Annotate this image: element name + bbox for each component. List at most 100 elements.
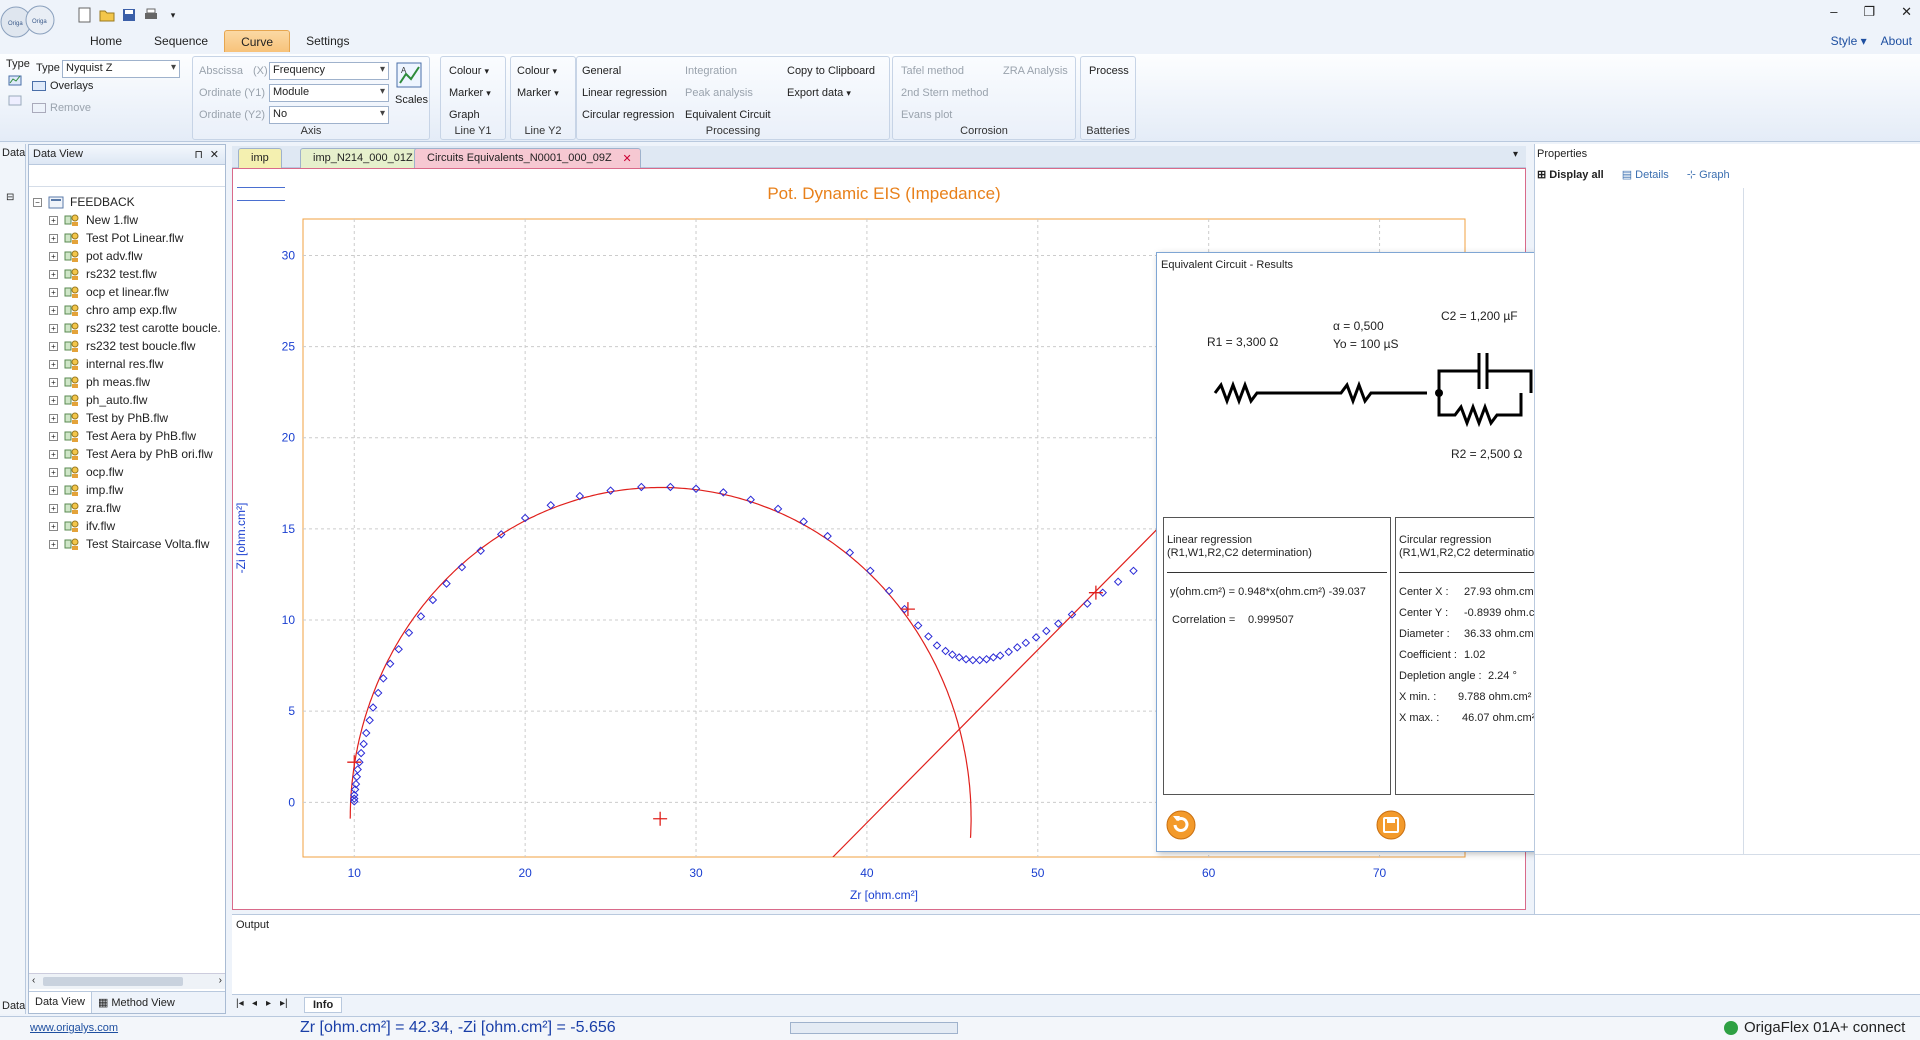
expand-icon[interactable]: + <box>49 395 58 405</box>
tab-method-view[interactable]: ▦ Method View <box>92 992 181 1013</box>
expand-icon[interactable]: + <box>49 521 58 531</box>
circular-regression-button[interactable]: Circular regression <box>582 109 674 121</box>
doc-tab-circuits-equivalents[interactable]: Circuits Equivalents_N0001_000_09Z ✕ <box>414 148 641 168</box>
tab-home[interactable]: Home <box>74 30 138 52</box>
scrollbar-thumb[interactable] <box>43 977 183 986</box>
prev-page-icon[interactable]: ◂ <box>252 998 257 1009</box>
about-menu[interactable]: About <box>1881 34 1912 48</box>
tafel-method-button[interactable]: Tafel method <box>901 65 964 77</box>
print-icon[interactable] <box>142 6 160 24</box>
expand-icon[interactable]: + <box>49 359 58 369</box>
overlays-small-icon[interactable] <box>8 74 22 89</box>
line-y1-graph-button[interactable]: Graph <box>449 109 480 121</box>
expand-icon[interactable]: + <box>49 431 58 441</box>
restore-button[interactable]: ❐ <box>1863 4 1875 20</box>
overlays-button[interactable]: Overlays <box>32 80 93 92</box>
expand-icon[interactable]: + <box>49 305 58 315</box>
ordinate-y2-select[interactable]: No <box>269 106 389 124</box>
style-menu[interactable]: Style ▾ <box>1831 34 1867 48</box>
tree-file-item[interactable]: + Test Pot Linear.flw <box>33 229 223 247</box>
info-tab[interactable]: Info <box>304 997 343 1013</box>
tree-file-item[interactable]: + rs232 test carotte boucle. <box>33 319 223 337</box>
tree-file-item[interactable]: + rs232 test boucle.flw <box>33 337 223 355</box>
customize-qat-icon[interactable]: ▾ <box>164 6 182 24</box>
tree-file-item[interactable]: + ocp et linear.flw <box>33 283 223 301</box>
tree-file-item[interactable]: + ifv.flw <box>33 517 223 535</box>
tree-file-item[interactable]: + New 1.flw <box>33 211 223 229</box>
reset-button[interactable] <box>1165 809 1197 844</box>
left-strip-tab[interactable]: Data <box>2 1000 25 1012</box>
doc-tab-imp[interactable]: imp <box>238 148 282 168</box>
tree-file-item[interactable]: + Test Staircase Volta.flw <box>33 535 223 553</box>
line-y2-colour-button[interactable]: Colour ▾ <box>517 65 557 77</box>
linear-regression-button[interactable]: Linear regression <box>582 87 667 99</box>
tree-file-item[interactable]: + zra.flw <box>33 499 223 517</box>
tree-file-item[interactable]: + Test Aera by PhB ori.flw <box>33 445 223 463</box>
tree-file-item[interactable]: + ph meas.flw <box>33 373 223 391</box>
process-button[interactable]: Process <box>1089 65 1129 77</box>
ordinate-y1-select[interactable]: Module <box>269 84 389 102</box>
app-logo[interactable]: Origa Origa <box>0 0 66 50</box>
save-icon[interactable] <box>120 6 138 24</box>
new-file-icon[interactable] <box>76 6 94 24</box>
expand-icon[interactable]: + <box>49 323 58 333</box>
expand-icon[interactable]: + <box>49 449 58 459</box>
details-button[interactable]: ▤ Details <box>1622 168 1669 181</box>
scroll-right-icon[interactable]: › <box>219 975 222 986</box>
tree-file-item[interactable]: + Test Aera by PhB.flw <box>33 427 223 445</box>
close-button[interactable]: ✕ <box>1901 4 1912 20</box>
tree-file-item[interactable]: + chro amp exp.flw <box>33 301 223 319</box>
tree-file-item[interactable]: + internal res.flw <box>33 355 223 373</box>
line-y1-colour-button[interactable]: Colour ▾ <box>449 65 489 77</box>
tree-root[interactable]: − FEEDBACK <box>33 193 223 211</box>
expand-icon[interactable]: + <box>49 215 58 225</box>
abscissa-select[interactable]: Frequency <box>269 62 389 80</box>
expand-icon[interactable]: + <box>49 377 58 387</box>
scales-button[interactable]: A Scales <box>395 61 428 106</box>
evans-plot-button[interactable]: Evans plot <box>901 109 952 121</box>
pin-icon[interactable]: ⊓ <box>194 148 203 161</box>
website-link[interactable]: www.origalys.com <box>30 1022 118 1034</box>
expand-icon[interactable]: + <box>49 269 58 279</box>
left-strip-expander[interactable]: ⊟ <box>6 192 14 203</box>
next-page-icon[interactable]: ▸ <box>266 998 271 1009</box>
expand-icon[interactable]: + <box>49 233 58 243</box>
close-panel-icon[interactable]: ✕ <box>210 148 219 161</box>
expand-icon[interactable]: + <box>49 287 58 297</box>
doc-tab-imp-n214[interactable]: imp_N214_000_01Z <box>300 148 426 168</box>
minimize-button[interactable]: – <box>1830 4 1837 20</box>
tab-settings[interactable]: Settings <box>290 30 365 52</box>
tree-file-item[interactable]: + rs232 test.flw <box>33 265 223 283</box>
remove-button[interactable]: Remove <box>32 102 91 114</box>
line-y1-marker-button[interactable]: Marker ▾ <box>449 87 491 99</box>
tree-file-item[interactable]: + ph_auto.flw <box>33 391 223 409</box>
graph-button[interactable]: ⊹ Graph <box>1687 168 1730 181</box>
expand-icon[interactable]: + <box>49 341 58 351</box>
expand-icon[interactable]: + <box>49 251 58 261</box>
doc-tab-close-icon[interactable]: ✕ <box>622 152 631 165</box>
expand-icon[interactable]: + <box>49 503 58 513</box>
export-data-button[interactable]: Export data ▾ <box>787 87 851 99</box>
tab-data-view[interactable]: Data View <box>29 992 92 1013</box>
equivalent-circuit-button[interactable]: Equivalent Circuit <box>685 109 771 121</box>
line-y2-marker-button[interactable]: Marker ▾ <box>517 87 559 99</box>
stern-method-button[interactable]: 2nd Stern method <box>901 87 988 99</box>
tree-file-item[interactable]: + pot adv.flw <box>33 247 223 265</box>
type-select[interactable]: Nyquist Z <box>62 60 180 78</box>
copy-clipboard-button[interactable]: Copy to Clipboard <box>787 65 875 77</box>
tree-file-item[interactable]: + Test by PhB.flw <box>33 409 223 427</box>
horizontal-scrollbar[interactable]: ‹ › <box>29 973 225 989</box>
general-button[interactable]: General <box>582 65 621 77</box>
expand-icon[interactable]: + <box>49 539 58 549</box>
last-page-icon[interactable]: ▸| <box>280 998 288 1009</box>
tab-curve[interactable]: Curve <box>224 30 291 52</box>
open-folder-icon[interactable] <box>98 6 116 24</box>
collapse-icon[interactable]: − <box>33 197 42 207</box>
tab-sequence[interactable]: Sequence <box>138 30 224 52</box>
doc-tabs-dropdown-icon[interactable]: ▾ <box>1513 149 1518 160</box>
zra-analysis-button[interactable]: ZRA Analysis <box>1003 65 1068 77</box>
expand-icon[interactable]: + <box>49 413 58 423</box>
scroll-left-icon[interactable]: ‹ <box>32 975 35 986</box>
tree-file-item[interactable]: + ocp.flw <box>33 463 223 481</box>
save-results-button[interactable] <box>1375 809 1407 844</box>
